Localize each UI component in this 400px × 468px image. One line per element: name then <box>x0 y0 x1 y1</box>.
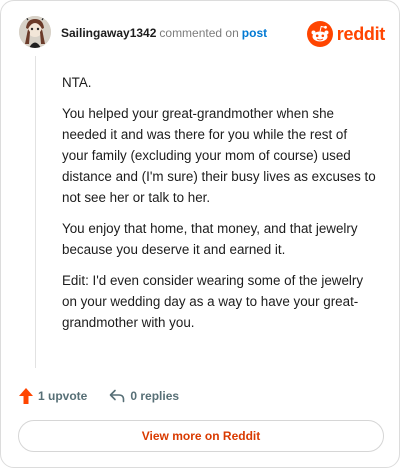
upvote-arrow-icon <box>19 388 33 404</box>
action-text: commented on <box>159 26 239 40</box>
comment-paragraph: NTA. <box>62 75 92 90</box>
replies-count: 0 replies <box>130 389 180 403</box>
comment-header: Sailingaway1342 commented on post reddit <box>19 14 385 54</box>
comment-paragraph: You enjoy that home, that money, and tha… <box>62 221 358 257</box>
comment-paragraph: Edit: I'd even consider wearing some of … <box>62 273 364 330</box>
comment-actions: 1 upvote 0 replies <box>19 385 179 407</box>
reply-arrow-icon <box>110 389 125 403</box>
comment-embed-card: Sailingaway1342 commented on post reddit N… <box>0 0 400 468</box>
reddit-logo-icon <box>306 21 333 47</box>
brand-wordmark: reddit <box>336 23 386 44</box>
view-more-button[interactable]: View more on Reddit <box>18 420 384 452</box>
post-link[interactable]: post <box>242 26 267 40</box>
upvote-count: 1 upvote <box>38 389 88 403</box>
username-link[interactable]: Sailingaway1342 <box>61 26 156 40</box>
reddit-brand[interactable]: reddit <box>306 21 386 47</box>
avatar-icon <box>19 16 51 48</box>
comment-paragraph: You helped your great-grandmother when s… <box>62 106 376 205</box>
user-avatar[interactable] <box>19 16 51 48</box>
comment-body: NTA. You helped your great-grandmother w… <box>62 72 376 343</box>
upvote-button[interactable]: 1 upvote <box>19 388 87 404</box>
comment-meta: Sailingaway1342 commented on post <box>61 26 267 40</box>
replies-button[interactable]: 0 replies <box>109 389 179 403</box>
thread-line <box>35 56 36 368</box>
